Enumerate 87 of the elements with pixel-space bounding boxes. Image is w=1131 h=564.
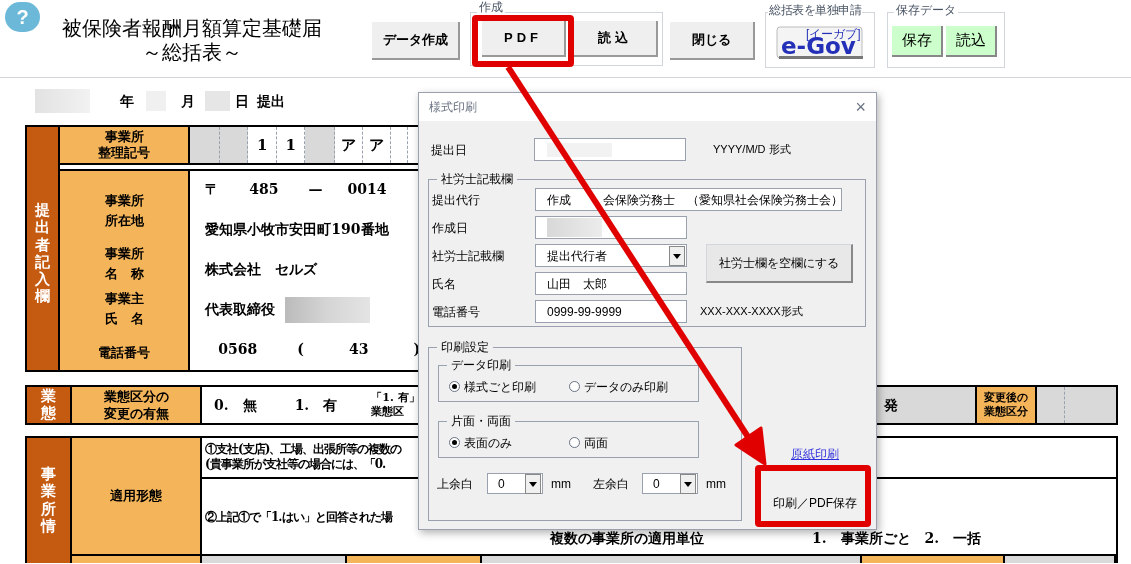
- dropdown-field[interactable]: 0: [642, 473, 698, 494]
- note-text: 「1. 有」 業態区: [371, 391, 420, 419]
- date-label: 月: [181, 91, 195, 111]
- input-field[interactable]: 山田 太郎: [535, 272, 687, 295]
- dropdown-caret-icon[interactable]: [525, 473, 541, 494]
- input-field[interactable]: 0999-99-9999: [535, 300, 687, 323]
- note-text: ①支社(支店)、工場、出張所等の複数の (貴事業所が支社等の場合には、「0.: [205, 442, 402, 472]
- table-cell: [305, 127, 336, 163]
- clear-button[interactable]: 社労士欄を空欄にする: [706, 244, 853, 283]
- save-data-button[interactable]: 保存: [892, 26, 943, 57]
- side-label: 提出者記入欄: [35, 202, 51, 308]
- field-label: 変更後の 業態区分: [984, 391, 1028, 419]
- field-label: 適用形態: [110, 487, 162, 506]
- field-label: 業態区分の 変更の有無: [103, 388, 169, 422]
- postal-code: 485: [249, 180, 279, 199]
- owner-title: 代表取締役: [205, 300, 276, 319]
- radio-button[interactable]: [449, 437, 460, 448]
- dropdown-field[interactable]: 提出代行者: [535, 244, 687, 267]
- dialog-title: 様式印刷: [429, 99, 477, 116]
- toolbar-button[interactable]: PDF: [482, 21, 566, 57]
- group-label: 社労士記載欄: [437, 171, 517, 187]
- field-label: 作成日: [432, 219, 469, 237]
- postal-code: 0014: [347, 180, 387, 199]
- table-cell: [220, 127, 249, 163]
- format-hint: XXX-XXX-XXXX形式: [700, 304, 803, 320]
- date-label: 日: [235, 91, 249, 111]
- original-print-link[interactable]: 原紙印刷: [791, 445, 867, 463]
- group-label: 保存データ: [894, 4, 958, 17]
- unit-options: 1. 事業所ごと 2. 一括: [812, 528, 982, 549]
- group-label: 総括表を単独申請: [768, 4, 862, 17]
- unit-label: 複数の事業所の適用単位: [550, 529, 704, 548]
- phone-number: 0568: [218, 340, 258, 359]
- radio-button[interactable]: [449, 381, 460, 392]
- group-label: 作成: [477, 1, 505, 14]
- date-label: 提出: [257, 91, 285, 111]
- field-label: 提出日: [430, 141, 468, 159]
- data-create-button[interactable]: データ作成: [372, 22, 460, 60]
- table-cell: [190, 127, 221, 163]
- dash-text: —: [308, 180, 323, 199]
- radio-button[interactable]: [569, 437, 580, 448]
- dropdown-caret-icon[interactable]: [669, 245, 685, 266]
- date-label: 年: [120, 91, 134, 111]
- radio-label: データのみ印刷: [584, 378, 668, 396]
- radio-label: 両面: [584, 434, 608, 452]
- company-name: 株式会社 セルズ: [205, 260, 318, 279]
- save-data-button[interactable]: 読込: [946, 26, 997, 57]
- group-label: 印刷設定: [437, 339, 493, 355]
- side-label: 業態: [41, 387, 56, 423]
- unit-text: mm: [551, 475, 571, 493]
- field-label: 事業所 整理記号: [98, 129, 151, 161]
- field-label: 社労士記載欄: [432, 247, 505, 265]
- radio-button[interactable]: [569, 381, 580, 392]
- field-label: 電話番号: [98, 344, 151, 362]
- dropdown-caret-icon[interactable]: [680, 473, 696, 494]
- note-text: ②上記①で「1.はい」と回答された場: [205, 510, 392, 524]
- format-hint: YYYY/M/D 形式: [713, 142, 791, 158]
- field-label: 上余白: [437, 475, 474, 493]
- postal-mark: 〒: [205, 180, 220, 199]
- input-field[interactable]: [534, 138, 686, 161]
- redacted-block: [35, 89, 90, 113]
- group-label: データ印刷: [447, 357, 515, 373]
- redacted-block: [205, 91, 230, 111]
- field-label: 電話番号: [432, 303, 481, 321]
- page-title: 被保険者報酬月額算定基礎届 ～総括表～: [60, 16, 323, 64]
- field-label: 事業主 氏 名: [104, 290, 144, 328]
- address-text: 愛知県小牧市安田町190番地: [205, 220, 389, 239]
- dropdown-field[interactable]: 0: [487, 473, 543, 494]
- option-text: 1. 有: [294, 395, 338, 415]
- redacted-block: [547, 218, 602, 237]
- field-label: 事業所 所在地: [104, 192, 144, 230]
- input-field[interactable]: [535, 216, 687, 239]
- input-field[interactable]: 作成 会保険労務士 （愛知県社会保険労務士会）: [535, 188, 842, 211]
- group-label: 片面・両面: [447, 413, 515, 429]
- paren-text: (: [297, 340, 304, 359]
- radio-label: 表面のみ: [464, 434, 512, 452]
- field-label: 左余白: [593, 475, 630, 493]
- close-button[interactable]: ×: [855, 98, 866, 116]
- field-label: 事業所 名 称: [104, 245, 144, 283]
- side-label: 事業所情: [41, 466, 56, 537]
- phone-number: 43: [348, 340, 369, 359]
- option-text: 0. 無: [214, 395, 257, 415]
- field-label: 氏名: [432, 275, 457, 293]
- close-button[interactable]: 閉じる: [670, 22, 755, 60]
- toolbar-button[interactable]: 読込: [574, 21, 658, 57]
- radio-label: 様式ごと印刷: [464, 378, 536, 396]
- unit-text: mm: [706, 475, 726, 493]
- field-label: 提出代行: [432, 191, 481, 209]
